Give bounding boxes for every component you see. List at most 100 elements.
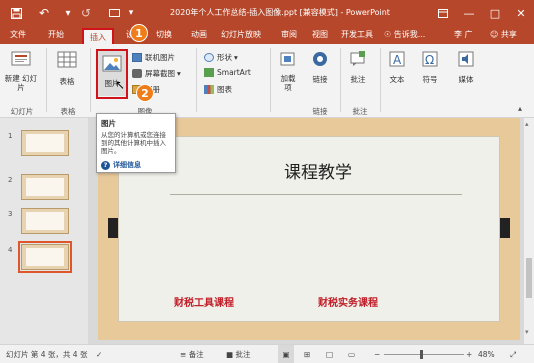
slideshow-start-icon[interactable]	[104, 0, 124, 26]
tab-home[interactable]: 开始	[44, 26, 68, 44]
table-button[interactable]: 表格	[52, 50, 82, 87]
link-button[interactable]: 链接	[306, 50, 334, 85]
thumb-number: 3	[8, 210, 13, 218]
separator	[340, 48, 341, 112]
zoom-out-icon[interactable]: −	[374, 345, 380, 363]
user-name[interactable]: 李 广	[454, 26, 473, 44]
group-label-comments: 批注	[352, 107, 368, 116]
slide-thumbnail-2[interactable]	[21, 174, 69, 200]
powerpoint-window: ↶ ▾ ↺ ▾ 2020年个人工作总结-插入图像.ppt [兼容模式] - Po…	[0, 0, 534, 363]
smartart-icon	[204, 68, 214, 77]
ribbon-tabs: 文件 开始 插入 设计 切换 动画 幻灯片放映 审阅 视图 开发工具 ☉ 告诉我…	[0, 26, 534, 45]
group-label-tables: 表格	[60, 107, 76, 116]
spellcheck-icon[interactable]: ✓	[96, 345, 102, 363]
redo-icon[interactable]: ↺	[76, 0, 96, 26]
slideshow-view-icon[interactable]: ▭	[348, 345, 355, 363]
tab-file[interactable]: 文件	[6, 26, 30, 44]
save-icon[interactable]	[6, 0, 26, 26]
tooltip-title: 图片	[101, 119, 116, 128]
maximize-icon[interactable]: □	[482, 0, 508, 26]
notes-button[interactable]: ≡ 备注	[180, 345, 204, 363]
normal-view-icon[interactable]: ▣	[278, 345, 294, 363]
scroll-down-icon[interactable]: ▾	[525, 328, 529, 336]
slide-subtitle-left[interactable]: 财税工具课程	[174, 294, 234, 309]
separator	[90, 48, 91, 112]
slide-subtitle-right[interactable]: 财税实务课程	[318, 294, 378, 309]
slide-thumbnail-pane: 1 2 3 4	[0, 118, 88, 344]
collapse-ribbon-icon[interactable]: ▴	[518, 104, 522, 113]
tab-developer[interactable]: 开发工具	[336, 26, 378, 44]
thumb-number: 2	[8, 176, 13, 184]
text-button[interactable]: A 文本	[384, 50, 410, 85]
vertical-scrollbar[interactable]: ▴ ▾	[524, 118, 534, 344]
separator	[46, 48, 47, 112]
scrollbar-thumb[interactable]	[526, 258, 532, 298]
zoom-level[interactable]: 48%	[478, 345, 495, 363]
comment-button[interactable]: 批注	[344, 50, 372, 85]
screenshot-button[interactable]: 屏幕截图 ▾	[132, 68, 181, 79]
slide-thumbnail-4[interactable]	[18, 241, 72, 273]
chevron-down-icon: ▾	[177, 69, 181, 78]
online-picture-label: 联机图片	[145, 53, 175, 62]
smartart-button[interactable]: SmartArt	[204, 68, 251, 77]
chevron-down-icon: ▾	[234, 53, 238, 62]
tab-slideshow[interactable]: 幻灯片放映	[216, 26, 266, 44]
slide-sorter-icon[interactable]: ⊞	[304, 345, 310, 363]
new-slide-button[interactable]: 新建 幻灯片	[4, 50, 38, 92]
slide-thumbnail-3[interactable]	[21, 208, 69, 234]
slide-title-rule	[170, 194, 462, 195]
slide-thumbnail-1[interactable]	[21, 130, 69, 156]
share-label: 共享	[500, 30, 517, 39]
tab-review[interactable]: 审阅	[276, 26, 302, 44]
slide-title[interactable]: 课程教学	[218, 158, 418, 183]
online-picture-button[interactable]: 联机图片	[132, 52, 175, 63]
undo-icon[interactable]: ↶	[34, 0, 54, 26]
text-label: 文本	[389, 75, 405, 84]
svg-text:A: A	[393, 53, 402, 67]
omega-icon: Ω	[422, 51, 438, 67]
chart-button[interactable]: 图表	[204, 84, 232, 95]
separator	[196, 48, 197, 112]
title-bar: ↶ ▾ ↺ ▾ 2020年个人工作总结-插入图像.ppt [兼容模式] - Po…	[0, 0, 534, 26]
link-icon	[313, 52, 327, 66]
group-label-slides: 幻灯片	[10, 107, 34, 116]
scroll-up-icon[interactable]: ▴	[525, 120, 529, 128]
reading-view-icon[interactable]: □	[326, 345, 333, 363]
customize-qat-icon[interactable]: ▾	[124, 0, 138, 26]
dropdown-icon[interactable]: ▾	[60, 0, 76, 26]
new-slide-icon	[11, 51, 31, 66]
addins-label: 加载 项	[280, 74, 296, 92]
online-picture-icon	[132, 53, 142, 62]
tab-animations[interactable]: 动画	[186, 26, 212, 44]
chart-label: 图表	[217, 85, 232, 94]
close-icon[interactable]: ✕	[508, 0, 534, 26]
share-button[interactable]: ☺ 共享	[490, 26, 517, 44]
thumb-number: 1	[8, 132, 13, 140]
tell-me-search[interactable]: ☉ 告诉我...	[384, 26, 425, 44]
minimize-icon[interactable]: —	[456, 0, 482, 26]
chart-icon	[204, 85, 214, 94]
step-badge-1: 1	[130, 24, 148, 42]
fit-to-window-icon[interactable]: ⤢	[510, 345, 516, 363]
tooltip-more-label: 详细信息	[113, 161, 141, 169]
shapes-label: 形状	[217, 53, 232, 62]
ribbon-display-icon[interactable]	[430, 0, 456, 26]
comment-label: 批注	[350, 75, 366, 84]
picture-tooltip: 图片 从您的计算机或您连接到的其他计算机中插入图片。 ? 详细信息	[96, 113, 176, 173]
shapes-button[interactable]: 形状 ▾	[204, 52, 238, 63]
zoom-slider-thumb[interactable]	[420, 350, 423, 359]
zoom-in-icon[interactable]: +	[466, 345, 472, 363]
tooltip-more-info-link[interactable]: ? 详细信息	[101, 160, 141, 170]
separator	[270, 48, 271, 112]
tab-insert[interactable]: 插入	[82, 28, 114, 45]
addins-button[interactable]: 加载 项	[274, 50, 302, 92]
tab-view[interactable]: 视图	[308, 26, 332, 44]
symbol-button[interactable]: Ω 符号	[416, 50, 444, 85]
comments-status-label: 批注	[235, 350, 251, 359]
ribbon-insert: 新建 幻灯片 幻灯片 表格 表格 图片 ↖ 联机图片 屏幕截图 ▾ 图像 形状 …	[0, 44, 534, 118]
media-button[interactable]: 媒体	[452, 50, 480, 85]
tab-transitions[interactable]: 切换	[152, 26, 176, 44]
text-icon: A	[389, 51, 405, 67]
zoom-slider[interactable]	[384, 354, 464, 355]
comments-status-button[interactable]: ■ 批注	[226, 345, 250, 363]
